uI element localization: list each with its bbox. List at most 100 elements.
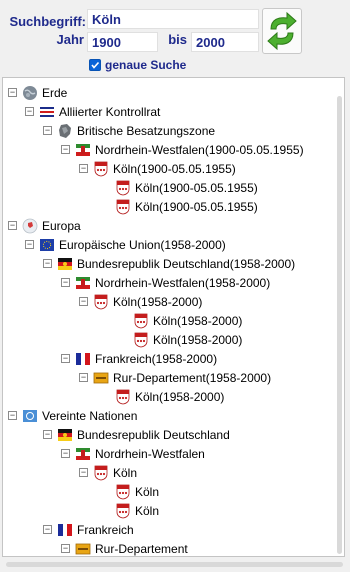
tree-node-label: Alliierter Kontrollrat (59, 104, 161, 119)
tree-row[interactable]: − Köln (79, 463, 137, 482)
koeln-crest-icon (116, 503, 130, 518)
year-from-input[interactable]: 1900 (87, 32, 158, 52)
tree-row[interactable]: Köln (115, 482, 159, 501)
swap-button[interactable] (262, 8, 302, 54)
tree-row[interactable]: − Rur-Departement (61, 539, 188, 556)
tree-row[interactable]: − Nordrhein-Westfalen (61, 444, 205, 463)
france-flag-icon (76, 352, 90, 365)
year-to-input[interactable]: 2000 (191, 32, 259, 52)
allied-flag-icon (40, 106, 54, 117)
tree-node-label: Köln(1958-2000) (153, 313, 243, 328)
zone-map-icon (59, 123, 71, 138)
koeln-crest-icon (134, 313, 148, 328)
tree-row[interactable]: − Europa (8, 216, 81, 235)
koeln-crest-icon (116, 389, 130, 404)
koeln-crest-icon (94, 161, 108, 176)
tree-row[interactable]: − Bundesrepublik Deutschland (43, 425, 230, 444)
un-flag-icon (23, 409, 37, 422)
exact-search-label: genaue Suche (105, 58, 187, 72)
tree-node-label: Europa (42, 218, 81, 233)
tree-row[interactable]: Köln(1900-05.05.1955) (115, 178, 258, 197)
tree-node-label: Erde (42, 85, 68, 100)
tree-row[interactable]: Köln(1900-05.05.1955) (115, 197, 258, 216)
collapse-toggle-icon[interactable]: − (61, 544, 70, 553)
rur-dept-icon (75, 543, 91, 554)
france-flag-icon (58, 523, 72, 536)
collapse-toggle-icon[interactable]: − (25, 240, 34, 249)
collapse-toggle-icon[interactable]: − (8, 88, 17, 97)
collapse-toggle-icon[interactable]: − (79, 164, 88, 173)
collapse-toggle-icon[interactable]: − (79, 297, 88, 306)
collapse-toggle-icon[interactable]: − (8, 411, 17, 420)
vertical-scrollbar[interactable] (337, 96, 342, 554)
collapse-toggle-icon[interactable]: − (79, 468, 88, 477)
tree-node-label: Köln (135, 484, 160, 499)
tree-row[interactable]: − Nordrhein-Westfalen(1900-05.05.1955) (61, 140, 304, 159)
globe-icon (23, 85, 37, 100)
tree-node-label: Nordrhein-Westfalen (95, 446, 205, 461)
tree-row[interactable]: − Köln(1958-2000) (79, 292, 202, 311)
collapse-toggle-icon[interactable]: − (61, 145, 70, 154)
collapse-toggle-icon[interactable]: − (61, 354, 70, 363)
tree-node-label: Rur-Departement(1958-2000) (113, 370, 272, 385)
search-term-label: Suchbegriff: (9, 14, 86, 29)
tree-row[interactable]: − Alliierter Kontrollrat (25, 102, 160, 121)
collapse-toggle-icon[interactable]: − (8, 221, 17, 230)
tree-row[interactable]: − Bundesrepublik Deutschland(1958-2000) (43, 254, 295, 273)
tree-node-label: Köln(1900-05.05.1955) (135, 180, 258, 195)
nrw-flag-icon (76, 276, 90, 289)
tree-row[interactable]: − Europäische Union(1958-2000) (25, 235, 226, 254)
europe-globe-icon (22, 218, 38, 233)
koeln-crest-icon (116, 484, 130, 499)
tree-row[interactable]: − Britische Besatzungszone (43, 121, 215, 140)
tree-node-label: Köln (135, 503, 160, 518)
tree-node-label: Europäische Union(1958-2000) (59, 237, 226, 252)
checkmark-icon (91, 61, 100, 69)
tree-row[interactable]: Köln(1958-2000) (115, 387, 224, 406)
tree-node-label: Rur-Departement (95, 541, 188, 556)
tree-node-label: Bundesrepublik Deutschland (77, 427, 230, 442)
tree-node-label: Köln (113, 465, 138, 480)
collapse-toggle-icon[interactable]: − (61, 449, 70, 458)
koeln-crest-icon (134, 332, 148, 347)
collapse-toggle-icon[interactable]: − (43, 126, 52, 135)
tree-row[interactable]: Köln (115, 501, 159, 520)
tree-node-label: Frankreich(1958-2000) (95, 351, 218, 366)
tree-row[interactable]: Köln(1958-2000) (133, 330, 242, 349)
tree-node-label: Bundesrepublik Deutschland(1958-2000) (77, 256, 296, 271)
tree-node-label: Köln(1900-05.05.1955) (135, 199, 258, 214)
tree-row[interactable]: − Köln(1900-05.05.1955) (79, 159, 236, 178)
tree-node-label: Frankreich (77, 522, 134, 537)
tree-node-label: Vereinte Nationen (42, 408, 138, 423)
tree-node-label: Köln(1958-2000) (113, 294, 203, 309)
tree-row[interactable]: − Erde (8, 83, 67, 102)
koeln-crest-icon (116, 199, 130, 214)
tree-row[interactable]: Köln(1958-2000) (133, 311, 242, 330)
horizontal-scroll-thumb[interactable] (6, 562, 343, 567)
tree-node-label: Nordrhein-Westfalen(1900-05.05.1955) (95, 142, 304, 157)
tree-row[interactable]: − Vereinte Nationen (8, 406, 137, 425)
tree-node-label: Köln(1958-2000) (153, 332, 243, 347)
swap-arrows-icon (267, 11, 297, 51)
collapse-toggle-icon[interactable]: − (79, 373, 88, 382)
exact-search-checkbox[interactable] (89, 59, 101, 71)
tree-row[interactable]: − Rur-Departement(1958-2000) (79, 368, 271, 387)
location-tree[interactable]: − Erde − Alliierter Kontrollrat − Britis… (2, 77, 345, 557)
collapse-toggle-icon[interactable]: − (43, 525, 52, 534)
year-to-label: bis (168, 32, 187, 47)
rur-dept-icon (93, 372, 109, 383)
tree-row[interactable]: − Frankreich(1958-2000) (61, 349, 217, 368)
horizontal-scrollbar[interactable] (2, 559, 345, 570)
koeln-crest-icon (116, 180, 130, 195)
tree-node-label: Britische Besatzungszone (77, 123, 216, 138)
collapse-toggle-icon[interactable]: − (61, 278, 70, 287)
tree-node-label: Köln(1958-2000) (135, 389, 225, 404)
search-term-input[interactable]: Köln (87, 9, 259, 29)
koeln-crest-icon (94, 294, 108, 309)
collapse-toggle-icon[interactable]: − (43, 259, 52, 268)
tree-row[interactable]: − Frankreich (43, 520, 134, 539)
eu-flag-icon (40, 238, 54, 251)
tree-row[interactable]: − Nordrhein-Westfalen(1958-2000) (61, 273, 270, 292)
collapse-toggle-icon[interactable]: − (25, 107, 34, 116)
collapse-toggle-icon[interactable]: − (43, 430, 52, 439)
